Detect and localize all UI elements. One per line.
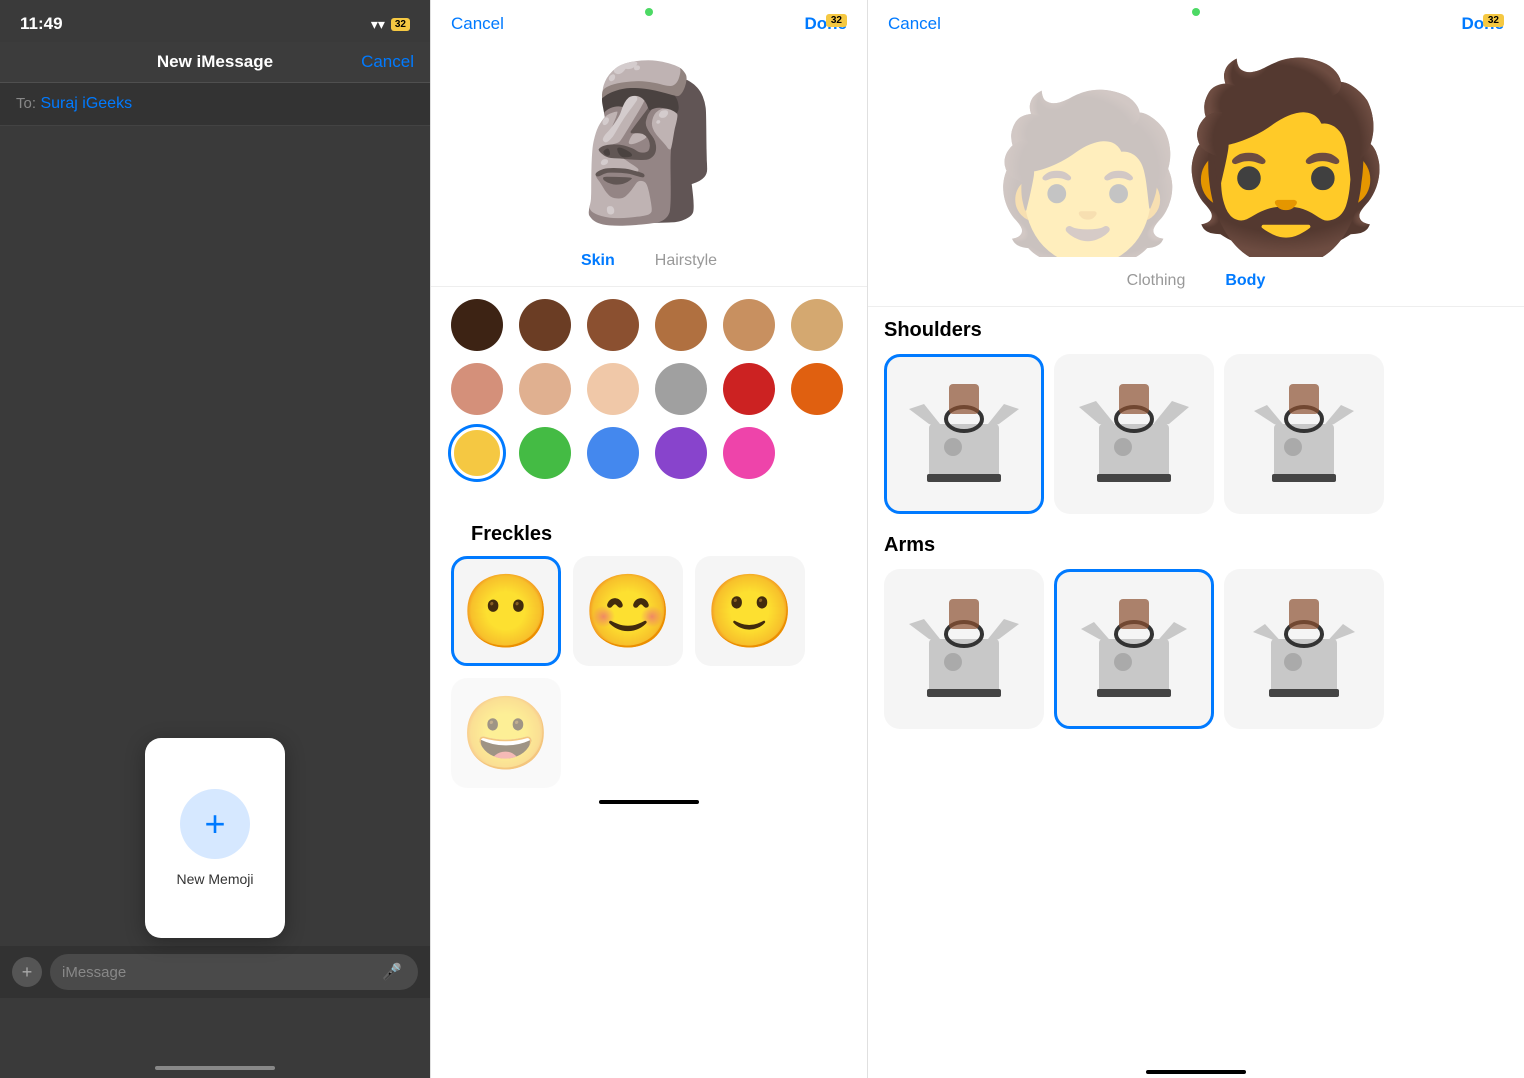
arm-option-3[interactable] bbox=[1224, 569, 1384, 729]
body-tab-bar: Clothing Body bbox=[868, 262, 1524, 307]
to-contact: Suraj iGeeks bbox=[40, 95, 132, 112]
status-time: 11:49 bbox=[20, 14, 63, 34]
attachment-button[interactable]: + bbox=[12, 957, 42, 987]
input-row: + iMessage 🎤 bbox=[0, 946, 430, 998]
color-swatch-10[interactable] bbox=[655, 363, 707, 415]
freckle-face-1: 😶 bbox=[461, 569, 551, 654]
memoji-avatar: 🗿 bbox=[556, 67, 743, 217]
arms-title: Arms bbox=[884, 534, 1508, 557]
shoulder-option-1[interactable] bbox=[884, 354, 1044, 514]
plus-circle: + bbox=[180, 789, 250, 859]
memoji-preview: 🗿 bbox=[431, 42, 867, 242]
shoulder-shirt-svg-3 bbox=[1249, 379, 1359, 489]
input-placeholder: iMessage bbox=[62, 964, 126, 981]
message-area bbox=[0, 126, 430, 506]
shoulder-shirt-svg-1 bbox=[909, 379, 1019, 489]
color-swatch-9[interactable] bbox=[587, 363, 639, 415]
shoulders-grid bbox=[884, 354, 1508, 514]
freckle-face-2: 😊 bbox=[583, 569, 673, 654]
shoulder-option-2[interactable] bbox=[1054, 354, 1214, 514]
color-swatch-4[interactable] bbox=[655, 299, 707, 351]
new-memoji-label: New Memoji bbox=[176, 871, 253, 887]
mic-icon[interactable]: 🎤 bbox=[382, 962, 406, 982]
shoulders-title: Shoulders bbox=[884, 319, 1508, 342]
color-swatch-16[interactable] bbox=[655, 427, 707, 479]
color-swatch-13[interactable] bbox=[451, 427, 503, 479]
color-swatch-5[interactable] bbox=[723, 299, 775, 351]
status-icons: ▾▾ 32 bbox=[371, 16, 410, 33]
nav-title: New iMessage bbox=[157, 52, 273, 72]
arm-option-2[interactable] bbox=[1054, 569, 1214, 729]
color-swatch-grid bbox=[431, 287, 867, 495]
arms-grid bbox=[884, 569, 1508, 729]
tab-clothing[interactable]: Clothing bbox=[1127, 272, 1186, 294]
shoulder-shirt-svg-2 bbox=[1079, 379, 1189, 489]
body-options-section: Shoulders bbox=[868, 307, 1524, 1064]
freckles-section: Freckles 😶 😊 🙂 bbox=[431, 495, 867, 678]
color-swatch-12[interactable] bbox=[791, 363, 843, 415]
freckle-option-none[interactable]: 😶 bbox=[451, 556, 561, 666]
to-label: To: bbox=[16, 95, 36, 112]
freckles-grid: 😶 😊 🙂 bbox=[451, 556, 847, 666]
color-swatch-6[interactable] bbox=[791, 299, 843, 351]
wifi-icon: ▾▾ bbox=[371, 16, 385, 33]
tab-skin[interactable]: Skin bbox=[581, 252, 615, 274]
body-avatar-partial-left: 🧑 bbox=[988, 97, 1187, 257]
color-swatch-7[interactable] bbox=[451, 363, 503, 415]
messages-panel: 11:49 ▾▾ 32 New iMessage Cancel To: Sura… bbox=[0, 0, 430, 1078]
body-memoji-preview: 🧑 🧔 bbox=[868, 42, 1524, 262]
arm-shirt-svg-1 bbox=[909, 594, 1019, 704]
battery-indicator: 32 bbox=[391, 18, 410, 31]
color-swatch-14[interactable] bbox=[519, 427, 571, 479]
body-scroll-indicator bbox=[1146, 1070, 1246, 1074]
body-editor-header: Cancel x Done 32 bbox=[868, 0, 1524, 42]
plus-icon: + bbox=[22, 962, 33, 983]
freckle-face-3: 🙂 bbox=[705, 569, 795, 654]
color-swatch-11[interactable] bbox=[723, 363, 775, 415]
message-input[interactable]: iMessage 🎤 bbox=[50, 954, 418, 990]
body-editor-panel: Cancel x Done 32 🧑 🧔 Clothing Body Shoul… bbox=[867, 0, 1524, 1078]
color-swatch-3[interactable] bbox=[587, 299, 639, 351]
freckle-face-4: 😀 bbox=[461, 691, 551, 776]
body-avatar-main: 🧔 bbox=[1167, 67, 1404, 257]
status-bar: 11:49 ▾▾ 32 bbox=[0, 0, 430, 42]
battery-badge-body: 32 bbox=[1483, 14, 1504, 27]
color-swatch-1[interactable] bbox=[451, 299, 503, 351]
skin-editor-header: Cancel Done 32 bbox=[431, 0, 867, 42]
freckles-row-2: 😀 bbox=[431, 678, 867, 794]
skin-editor-panel: Cancel Done 32 🗿 Skin Hairstyle Freckles bbox=[430, 0, 867, 1078]
color-swatch-17[interactable] bbox=[723, 427, 775, 479]
tab-hairstyle[interactable]: Hairstyle bbox=[655, 252, 717, 274]
arm-shirt-svg-3 bbox=[1249, 594, 1359, 704]
tab-body[interactable]: Body bbox=[1225, 272, 1265, 294]
freckle-option-light[interactable]: 😊 bbox=[573, 556, 683, 666]
skin-tab-bar: Skin Hairstyle bbox=[431, 242, 867, 287]
color-swatch-2[interactable] bbox=[519, 299, 571, 351]
battery-badge: 32 bbox=[826, 14, 847, 27]
freckle-option-heavy[interactable]: 😀 bbox=[451, 678, 561, 788]
color-swatch-8[interactable] bbox=[519, 363, 571, 415]
body-avatar: 🧑 🧔 bbox=[988, 47, 1404, 257]
to-row: To: Suraj iGeeks bbox=[0, 83, 430, 126]
arm-shirt-svg-2 bbox=[1079, 594, 1189, 704]
scroll-indicator bbox=[599, 800, 699, 804]
body-cancel-button[interactable]: Cancel bbox=[888, 14, 941, 34]
nav-cancel-button[interactable]: Cancel bbox=[361, 52, 414, 72]
home-indicator bbox=[155, 1066, 275, 1070]
freckles-title: Freckles bbox=[451, 507, 847, 556]
new-memoji-card[interactable]: + New Memoji bbox=[145, 738, 285, 938]
plus-icon: + bbox=[204, 806, 225, 842]
skin-cancel-button[interactable]: Cancel bbox=[451, 14, 504, 34]
color-swatch-15[interactable] bbox=[587, 427, 639, 479]
nav-bar: New iMessage Cancel bbox=[0, 42, 430, 83]
arm-option-1[interactable] bbox=[884, 569, 1044, 729]
shoulder-option-3[interactable] bbox=[1224, 354, 1384, 514]
freckle-option-medium[interactable]: 🙂 bbox=[695, 556, 805, 666]
